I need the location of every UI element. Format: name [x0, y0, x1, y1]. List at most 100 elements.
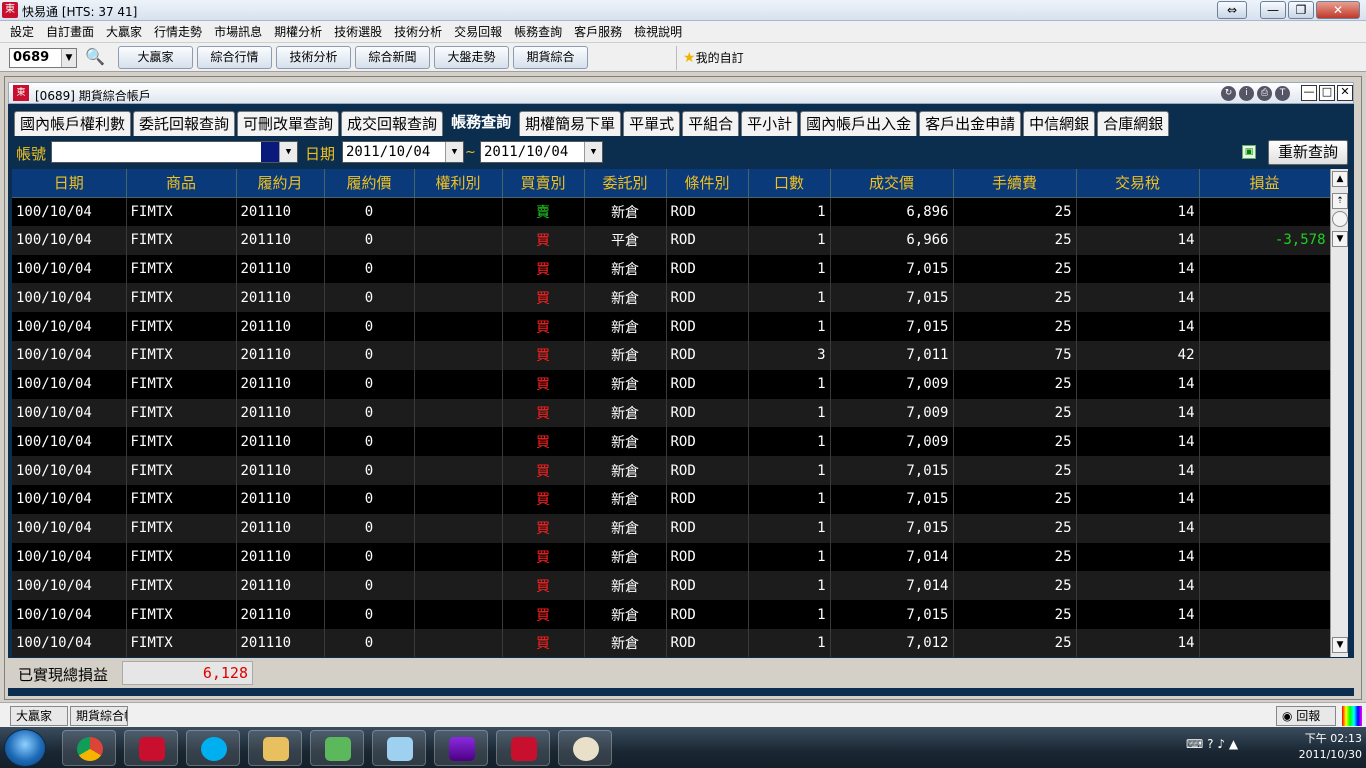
market-overview-button[interactable]: 綜合行情 [197, 46, 272, 69]
date-to-picker[interactable]: 2011/10/04 ▼ [480, 141, 603, 163]
scroll-top-icon[interactable]: ⇡ [1332, 193, 1348, 209]
menu-options-analysis[interactable]: 期權分析 [268, 23, 328, 40]
table-row[interactable]: 100/10/04 FIMTX 201110 0 買新倉 ROD 1 7,015 25 14 [12, 513, 1330, 543]
status-window-futures[interactable]: 期貨綜合帳戶 [70, 706, 128, 726]
col-header-date[interactable]: 日期 [12, 169, 127, 198]
tab-fill-report[interactable]: 成交回報查詢 [341, 111, 444, 136]
col-header-strike[interactable]: 履約價 [324, 169, 415, 198]
table-row[interactable]: 100/10/04 FIMTX 201110 0 買新倉 ROD 1 7,015 25 14 [12, 484, 1330, 514]
restore-layout-button[interactable]: ⇔ [1217, 1, 1247, 19]
status-window-big-winner[interactable]: 大贏家 [10, 706, 68, 726]
col-header-order-type[interactable]: 委託別 [584, 169, 667, 198]
tab-account-query[interactable]: 帳務查詢 [445, 108, 518, 136]
help-icon[interactable]: ? [1207, 737, 1213, 751]
table-row[interactable]: 100/10/04 FIMTX 201110 0 賣新倉 ROD 1 6,896 25 14 [12, 197, 1330, 226]
table-row[interactable]: 100/10/04 FIMTX 201110 0 買新倉 ROD 1 7,012 25 14 [12, 628, 1330, 657]
color-palette-icon[interactable] [1342, 706, 1362, 726]
tab-close-combo[interactable]: 平組合 [682, 111, 740, 136]
col-header-fee[interactable]: 手續費 [953, 169, 1077, 198]
col-header-right[interactable]: 權利別 [414, 169, 503, 198]
table-row[interactable]: 100/10/04 FIMTX 201110 0 買新倉 ROD 3 7,011 75 42 [12, 340, 1330, 370]
table-row[interactable]: 100/10/04 FIMTX 201110 0 買新倉 ROD 1 7,009 25 14 [12, 369, 1330, 399]
menu-big-winner[interactable]: 大贏家 [100, 23, 148, 40]
close-button[interactable]: ✕ [1316, 1, 1360, 19]
table-row[interactable]: 100/10/04 FIMTX 201110 0 買新倉 ROD 1 7,009 25 14 [12, 427, 1330, 457]
menu-market-info[interactable]: 市場訊息 [208, 23, 268, 40]
menu-market-trend[interactable]: 行情走勢 [148, 23, 208, 40]
scroll-bottom-icon[interactable]: ▼ [1332, 231, 1348, 247]
table-row[interactable]: 100/10/04 FIMTX 201110 0 買新倉 ROD 1 7,009 25 14 [12, 398, 1330, 428]
table-row[interactable]: 100/10/04 FIMTX 201110 0 買新倉 ROD 1 7,014 25 14 [12, 571, 1330, 601]
col-header-pnl[interactable]: 損益 [1199, 169, 1330, 198]
menu-trade-report[interactable]: 交易回報 [448, 23, 508, 40]
menu-account-query[interactable]: 帳務查詢 [508, 23, 568, 40]
menu-tech-analysis[interactable]: 技術分析 [388, 23, 448, 40]
volume-icon[interactable]: ♪ [1217, 737, 1225, 751]
taskbar-app-trader[interactable] [124, 730, 178, 766]
futures-overview-button[interactable]: 期貨綜合 [513, 46, 588, 69]
start-button[interactable] [4, 729, 46, 767]
search-icon[interactable]: 🔍 [84, 47, 106, 69]
keyboard-icon[interactable]: ⌨ [1186, 737, 1207, 751]
table-row[interactable]: 100/10/04 FIMTX 201110 0 買新倉 ROD 1 7,015 25 14 [12, 283, 1330, 313]
chevron-down-icon[interactable]: ▼ [584, 142, 602, 162]
col-header-product[interactable]: 商品 [126, 169, 237, 198]
clock[interactable]: 下午 02:13 2011/10/30 [1262, 731, 1362, 763]
stock-code-combobox[interactable]: 0689 ▼ [9, 48, 77, 68]
table-row[interactable]: 100/10/04 FIMTX 201110 0 買新倉 ROD 1 7,015 25 14 [12, 254, 1330, 284]
table-row[interactable]: 100/10/04 FIMTX 201110 0 買平倉 ROD 1 6,966 25 14 -3,… [12, 225, 1330, 255]
chevron-down-icon[interactable]: ▼ [279, 142, 297, 162]
menu-customer-service[interactable]: 客戶服務 [568, 23, 628, 40]
col-header-tax[interactable]: 交易稅 [1076, 169, 1200, 198]
maximize-button[interactable]: ❐ [1288, 1, 1314, 19]
table-row[interactable]: 100/10/04 FIMTX 201110 0 買新倉 ROD 1 7,015 25 14 [12, 312, 1330, 341]
taskbar-paint[interactable] [558, 730, 612, 766]
taskbar-notes[interactable] [372, 730, 426, 766]
index-trend-button[interactable]: 大盤走勢 [434, 46, 509, 69]
info-icon[interactable]: i [1239, 86, 1254, 101]
tech-analysis-button[interactable]: 技術分析 [276, 46, 351, 69]
table-row[interactable]: 100/10/04 FIMTX 201110 0 買新倉 ROD 1 7,015 25 14 [12, 600, 1330, 629]
tab-domestic-equity[interactable]: 國內帳戶權利數 [14, 111, 132, 136]
child-minimize-button[interactable]: — [1301, 85, 1317, 101]
minimize-button[interactable]: — [1260, 1, 1286, 19]
taskbar-skype[interactable] [186, 730, 240, 766]
taskbar-explorer[interactable] [248, 730, 302, 766]
text-icon[interactable]: T [1275, 86, 1290, 101]
tab-cancelable-orders[interactable]: 可刪改單查詢 [237, 111, 340, 136]
account-combobox[interactable]: ▼ [51, 141, 298, 163]
col-header-price[interactable]: 成交價 [830, 169, 954, 198]
menu-help[interactable]: 檢視說明 [628, 23, 688, 40]
table-row[interactable]: 100/10/04 FIMTX 201110 0 買新倉 ROD 1 7,015 25 14 [12, 456, 1330, 485]
date-from-picker[interactable]: 2011/10/04 ▼ [342, 141, 464, 163]
taskbar-app-trader-2[interactable] [496, 730, 550, 766]
menu-tech-picks[interactable]: 技術選股 [328, 23, 388, 40]
print-icon[interactable]: ⎙ [1257, 86, 1272, 101]
scroll-down-icon[interactable]: ▼ [1332, 637, 1348, 653]
big-winner-button[interactable]: 大贏家 [118, 46, 193, 69]
tab-ctbc-bank[interactable]: 中信網銀 [1023, 111, 1096, 136]
chevron-down-icon[interactable]: ▼ [61, 49, 76, 67]
scroll-up-icon[interactable]: ▲ [1332, 171, 1348, 187]
col-header-qty[interactable]: 口數 [748, 169, 831, 198]
col-header-condition[interactable]: 條件別 [666, 169, 749, 198]
chevron-down-icon[interactable]: ▼ [445, 142, 463, 162]
grid-scrollbar[interactable]: ▲ ⇡ ▼ ▼ [1330, 169, 1348, 657]
taskbar-winrar[interactable] [434, 730, 488, 766]
scroll-thumb[interactable] [1332, 211, 1348, 227]
taskbar-messenger[interactable] [310, 730, 364, 766]
taskbar-chrome[interactable] [62, 730, 116, 766]
tab-close-subtotal[interactable]: 平小計 [741, 111, 799, 136]
menu-settings[interactable]: 設定 [4, 23, 40, 40]
favorites-area[interactable]: ★我的自訂 [676, 46, 1366, 70]
requery-button[interactable]: 重新查詢 [1268, 140, 1348, 165]
col-header-month[interactable]: 履約月 [236, 169, 325, 198]
tab-close-single[interactable]: 平單式 [623, 111, 681, 136]
menu-custom-screen[interactable]: 自訂畫面 [40, 23, 100, 40]
report-button[interactable]: ◉ 回報 [1276, 706, 1336, 726]
news-button[interactable]: 綜合新聞 [355, 46, 430, 69]
child-close-button[interactable]: ✕ [1337, 85, 1353, 101]
table-row[interactable]: 100/10/04 FIMTX 201110 0 買新倉 ROD 1 7,014 25 14 [12, 542, 1330, 572]
col-header-side[interactable]: 買賣別 [502, 169, 585, 198]
child-maximize-button[interactable]: □ [1319, 85, 1335, 101]
